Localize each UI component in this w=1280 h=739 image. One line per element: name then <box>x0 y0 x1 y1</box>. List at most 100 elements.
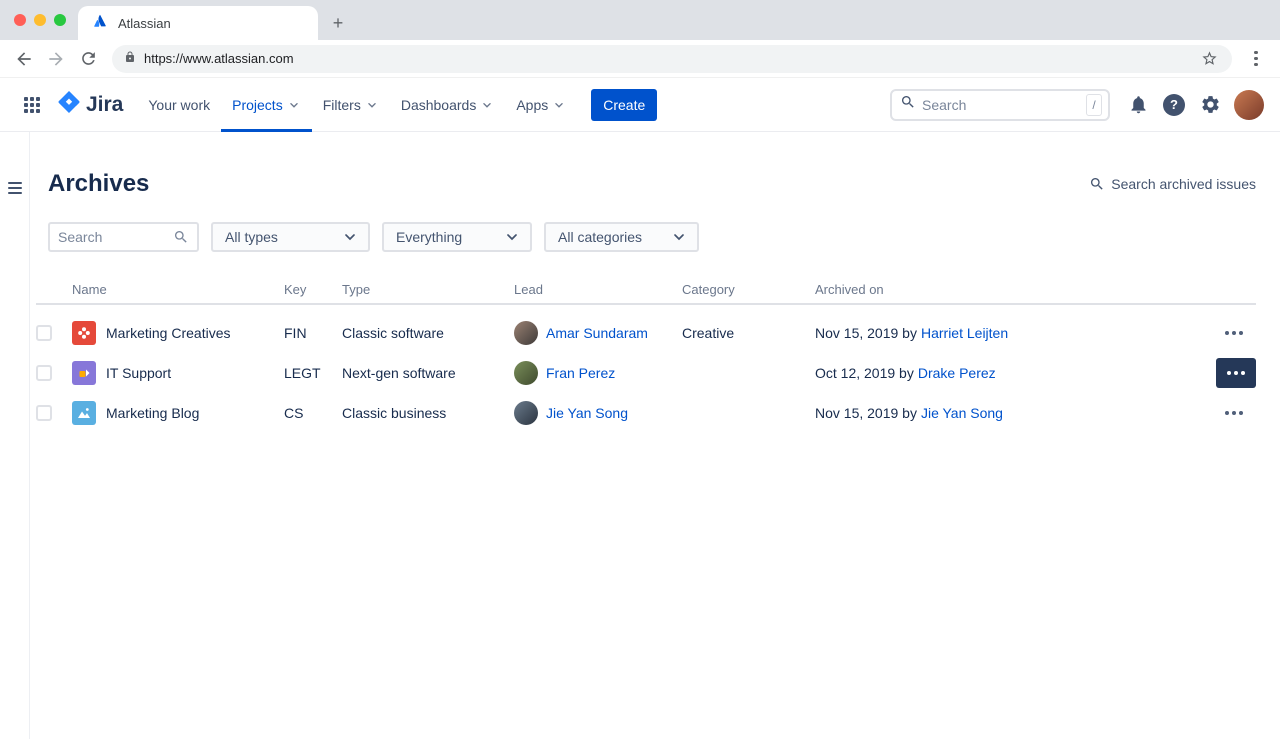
filter-search[interactable] <box>48 222 199 252</box>
global-search[interactable]: / <box>890 89 1110 121</box>
zoom-window-button[interactable] <box>54 14 66 26</box>
archived-by-link[interactable]: Drake Perez <box>918 365 996 381</box>
new-tab-button[interactable]: + <box>324 9 352 37</box>
lead-link[interactable]: Amar Sundaram <box>546 325 648 341</box>
row-actions-icon[interactable] <box>1216 321 1252 345</box>
nav-projects[interactable]: Projects <box>221 78 312 132</box>
types-filter-dropdown[interactable]: All types <box>211 222 370 252</box>
row-actions-icon[interactable] <box>1216 401 1252 425</box>
lead-avatar <box>514 401 538 425</box>
back-icon[interactable] <box>10 45 38 73</box>
archives-page: Archives Search archived issues All type… <box>30 132 1280 739</box>
browser-menu-icon[interactable] <box>1242 45 1270 73</box>
close-window-button[interactable] <box>14 14 26 26</box>
url-input[interactable] <box>144 51 1190 66</box>
table-row: Marketing Creatives FIN Classic software… <box>36 313 1256 353</box>
chevron-down-icon <box>287 98 301 112</box>
col-type: Type <box>342 282 514 297</box>
settings-gear-icon[interactable] <box>1194 89 1226 121</box>
lead-link[interactable]: Jie Yan Song <box>546 405 628 421</box>
project-icon <box>72 401 96 425</box>
row-actions-icon[interactable] <box>1216 358 1256 388</box>
project-type: Classic software <box>342 325 514 341</box>
search-icon <box>900 94 916 115</box>
lead-link[interactable]: Fran Perez <box>546 365 615 381</box>
chevron-down-icon <box>671 229 687 245</box>
lead-avatar <box>514 321 538 345</box>
table-header: Name Key Type Lead Category Archived on <box>36 276 1256 305</box>
browser-toolbar <box>0 40 1280 78</box>
lock-icon <box>124 50 136 68</box>
row-checkbox[interactable] <box>36 405 52 421</box>
chevron-down-icon <box>504 229 520 245</box>
project-key: CS <box>284 405 342 421</box>
nav-your-work[interactable]: Your work <box>137 78 221 132</box>
search-icon <box>173 229 189 245</box>
slash-shortcut-key: / <box>1086 94 1102 116</box>
archived-by-link[interactable]: Jie Yan Song <box>921 405 1003 421</box>
archived-date: Nov 15, 2019 by <box>815 325 917 341</box>
reload-icon[interactable] <box>74 45 102 73</box>
sidebar-expand-icon[interactable] <box>3 176 27 200</box>
nav-dashboards[interactable]: Dashboards <box>390 78 506 132</box>
filter-search-input[interactable] <box>58 229 173 245</box>
project-icon <box>72 361 96 385</box>
app-switcher-icon[interactable] <box>16 89 48 121</box>
navbar-icons: ? <box>1122 89 1226 121</box>
search-icon <box>1089 176 1105 192</box>
global-search-input[interactable] <box>922 97 1080 113</box>
lead-avatar <box>514 361 538 385</box>
chevron-down-icon <box>480 98 494 112</box>
project-key: FIN <box>284 325 342 341</box>
archived-date: Nov 15, 2019 by <box>815 405 917 421</box>
browser-tab[interactable]: Atlassian <box>78 6 318 40</box>
nav-filters[interactable]: Filters <box>312 78 390 132</box>
archives-table: Name Key Type Lead Category Archived on … <box>36 276 1256 433</box>
help-icon[interactable]: ? <box>1158 89 1190 121</box>
project-type: Next-gen software <box>342 365 514 381</box>
search-archived-issues-link[interactable]: Search archived issues <box>1089 176 1256 192</box>
project-name: Marketing Blog <box>106 405 199 421</box>
page-content: Archives Search archived issues All type… <box>0 132 1280 739</box>
project-key: LEGT <box>284 365 342 381</box>
project-category: Creative <box>682 325 815 341</box>
create-button[interactable]: Create <box>591 89 657 121</box>
sidebar-rail <box>0 132 30 739</box>
address-bar[interactable] <box>112 45 1232 73</box>
tab-title: Atlassian <box>118 16 171 31</box>
bookmark-star-icon[interactable] <box>1198 48 1220 70</box>
scope-filter-dropdown[interactable]: Everything <box>382 222 532 252</box>
forward-icon[interactable] <box>42 45 70 73</box>
jira-logo[interactable]: Jira <box>58 91 123 118</box>
nav-apps[interactable]: Apps <box>505 78 577 132</box>
page-title: Archives <box>48 170 149 198</box>
table-row: IT Support LEGT Next-gen software Fran P… <box>36 353 1256 393</box>
col-key: Key <box>284 282 342 297</box>
user-avatar[interactable] <box>1234 90 1264 120</box>
chevron-down-icon <box>342 229 358 245</box>
minimize-window-button[interactable] <box>34 14 46 26</box>
categories-filter-dropdown[interactable]: All categories <box>544 222 699 252</box>
atlassian-favicon-icon <box>92 13 108 34</box>
project-name: Marketing Creatives <box>106 325 231 341</box>
col-name: Name <box>72 282 284 297</box>
filter-bar: All types Everything All categories <box>48 222 1256 252</box>
col-archived-on: Archived on <box>815 282 1216 297</box>
jira-wordmark: Jira <box>86 93 123 117</box>
notifications-bell-icon[interactable] <box>1122 89 1154 121</box>
row-checkbox[interactable] <box>36 325 52 341</box>
archived-by-link[interactable]: Harriet Leijten <box>921 325 1008 341</box>
main-nav: Your work Projects Filters Dashboards Ap… <box>137 78 577 132</box>
row-checkbox[interactable] <box>36 365 52 381</box>
project-icon <box>72 321 96 345</box>
chevron-down-icon <box>365 98 379 112</box>
project-name: IT Support <box>106 365 171 381</box>
jira-navbar: Jira Your work Projects Filters Dashboar… <box>0 78 1280 132</box>
chevron-down-icon <box>552 98 566 112</box>
jira-logo-icon <box>58 91 80 118</box>
project-type: Classic business <box>342 405 514 421</box>
col-lead: Lead <box>514 282 682 297</box>
archived-date: Oct 12, 2019 by <box>815 365 914 381</box>
browser-tab-strip: Atlassian + <box>0 0 1280 40</box>
window-controls <box>14 14 66 26</box>
